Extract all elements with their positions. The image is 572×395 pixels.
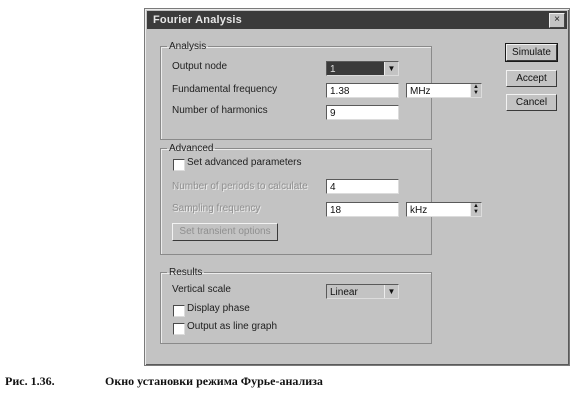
vertical-scale-select[interactable]: Linear ▼ <box>326 284 399 299</box>
figure-number: Рис. 1.36. <box>5 374 55 388</box>
periods-input[interactable]: 4 <box>326 179 399 194</box>
title-bar: Fourier Analysis × <box>147 11 567 29</box>
output-node-label: Output node <box>172 61 228 72</box>
output-node-value: 1 <box>330 64 336 75</box>
line-graph-checkbox[interactable] <box>173 323 185 335</box>
figure-caption: Рис. 1.36. Окно установки режима Фурье-ан… <box>5 374 323 389</box>
fundamental-frequency-input[interactable]: 1.38 <box>326 83 399 98</box>
cancel-button[interactable]: Cancel <box>506 94 557 111</box>
display-phase-checkbox[interactable] <box>173 305 185 317</box>
close-icon[interactable]: × <box>549 13 565 28</box>
fourier-analysis-dialog: Fourier Analysis × Analysis Output node … <box>144 8 570 366</box>
set-advanced-label: Set advanced parameters <box>187 157 302 168</box>
sampling-frequency-input[interactable]: 18 <box>326 202 399 217</box>
dialog-title: Fourier Analysis <box>153 14 242 26</box>
chevron-down-icon[interactable]: ▼ <box>384 62 398 75</box>
set-advanced-checkbox[interactable] <box>173 159 185 171</box>
spinner-arrows-icon[interactable]: ▲ ▼ <box>470 203 481 216</box>
set-transient-options-button[interactable]: Set transient options <box>172 223 278 241</box>
line-graph-label: Output as line graph <box>187 321 278 332</box>
results-legend: Results <box>169 267 203 278</box>
chevron-down-icon[interactable]: ▼ <box>384 285 398 298</box>
sampling-unit-spinner[interactable]: kHz ▲ ▼ <box>406 202 482 217</box>
vertical-scale-label: Vertical scale <box>172 284 231 295</box>
figure-caption-text: Окно установки режима Фурье-анализа <box>105 374 323 388</box>
periods-label: Number of periods to calculate <box>172 181 308 192</box>
harmonics-input[interactable]: 9 <box>326 105 399 120</box>
simulate-button[interactable]: Simulate <box>505 43 558 62</box>
fundamental-frequency-label: Fundamental frequency <box>172 84 278 95</box>
analysis-legend: Analysis <box>169 41 207 52</box>
sampling-frequency-label: Sampling frequency <box>172 203 261 214</box>
sampling-unit-value: kHz <box>410 205 428 216</box>
frequency-unit-spinner[interactable]: MHz ▲ ▼ <box>406 83 482 98</box>
advanced-legend: Advanced <box>169 143 214 154</box>
harmonics-label: Number of harmonics <box>172 105 268 116</box>
accept-button[interactable]: Accept <box>506 70 557 87</box>
output-node-select[interactable]: 1 ▼ <box>326 61 399 76</box>
spinner-arrows-icon[interactable]: ▲ ▼ <box>470 84 481 97</box>
frequency-unit-value: MHz <box>410 86 431 97</box>
vertical-scale-value: Linear <box>330 287 358 298</box>
display-phase-label: Display phase <box>187 303 250 314</box>
